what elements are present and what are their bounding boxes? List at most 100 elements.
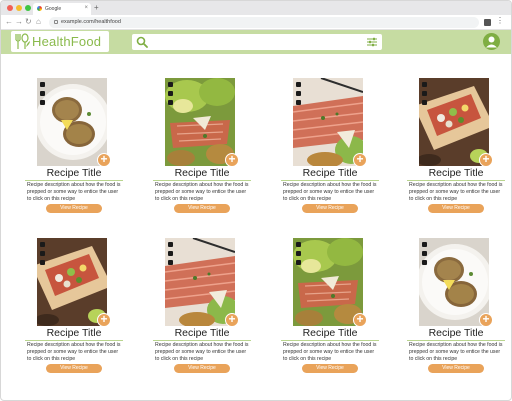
leaf-icon	[422, 91, 427, 96]
title-divider	[407, 180, 505, 181]
leaf-icon	[296, 91, 301, 96]
recipe-card[interactable]: + Recipe Title Recipe description about ho…	[269, 54, 391, 226]
google-favicon-icon	[37, 6, 42, 11]
add-recipe-button[interactable]: +	[479, 153, 493, 167]
leaf-icon	[296, 251, 301, 256]
logo-text: HealthFood	[32, 34, 102, 49]
home-icon[interactable]: ⌂	[36, 17, 41, 26]
add-recipe-button[interactable]: +	[353, 313, 367, 327]
search-icon[interactable]	[136, 36, 148, 48]
diet-icons	[422, 82, 427, 105]
wheat-icon	[296, 100, 301, 105]
diet-icons	[40, 242, 45, 265]
add-recipe-button[interactable]: +	[225, 313, 239, 327]
diet-icons	[40, 82, 45, 105]
recipe-description: Recipe description about how the food is…	[409, 182, 503, 202]
wheat-icon	[422, 260, 427, 265]
view-recipe-button[interactable]: View Recipe	[428, 204, 484, 213]
healthfood-logo[interactable]: HealthFood	[11, 31, 109, 52]
back-arrow-icon[interactable]: ←	[5, 17, 13, 26]
new-tab-button[interactable]: +	[94, 3, 99, 12]
account-icon[interactable]	[483, 33, 500, 50]
fish-icon	[40, 82, 45, 87]
recipe-card[interactable]: + Recipe Title Recipe description about ho…	[395, 214, 511, 386]
recipe-title[interactable]: Recipe Title	[269, 167, 391, 179]
title-divider	[25, 180, 123, 181]
recipe-card[interactable]: + Recipe Title Recipe description about ho…	[269, 214, 391, 386]
diet-icons	[168, 82, 173, 105]
recipe-card[interactable]: + Recipe Title Recipe description about ho…	[141, 214, 263, 386]
wheat-icon	[40, 100, 45, 105]
recipe-card[interactable]: + Recipe Title Recipe description about ho…	[141, 54, 263, 226]
reload-icon[interactable]: ↻	[25, 17, 32, 26]
forward-arrow-icon[interactable]: →	[15, 17, 23, 26]
wheat-icon	[168, 260, 173, 265]
view-recipe-button[interactable]: View Recipe	[46, 204, 102, 213]
recipe-grid: + Recipe Title Recipe description about ho…	[1, 54, 511, 400]
recipe-title[interactable]: Recipe Title	[13, 327, 135, 339]
recipe-card[interactable]: + Recipe Title Recipe description about ho…	[13, 214, 135, 386]
view-recipe-button[interactable]: View Recipe	[46, 364, 102, 373]
fish-icon	[40, 242, 45, 247]
title-divider	[25, 340, 123, 341]
maximize-window-button[interactable]	[25, 5, 31, 11]
view-recipe-button[interactable]: View Recipe	[174, 364, 230, 373]
diet-icons	[168, 242, 173, 265]
add-recipe-button[interactable]: +	[225, 153, 239, 167]
wheat-icon	[296, 260, 301, 265]
leaf-icon	[40, 251, 45, 256]
recipe-description: Recipe description about how the food is…	[409, 342, 503, 362]
recipe-description: Recipe description about how the food is…	[27, 182, 121, 202]
wheat-icon	[40, 260, 45, 265]
fish-icon	[296, 82, 301, 87]
view-recipe-button[interactable]: View Recipe	[302, 204, 358, 213]
fish-icon	[422, 242, 427, 247]
browser-tab[interactable]: Google ×	[33, 3, 91, 15]
recipe-description: Recipe description about how the food is…	[27, 342, 121, 362]
recipe-card[interactable]: + Recipe Title Recipe description about ho…	[13, 54, 135, 226]
recipe-title[interactable]: Recipe Title	[141, 167, 263, 179]
wheat-icon	[168, 100, 173, 105]
site-header: HealthFood	[1, 30, 511, 54]
lock-icon	[54, 20, 58, 24]
fish-icon	[168, 82, 173, 87]
address-bar[interactable]: example.com/healthfood	[49, 17, 479, 28]
browser-toolbar: ← → ↻ ⌂ example.com/healthfood ⋮	[1, 15, 511, 30]
leaf-icon	[40, 91, 45, 96]
close-window-button[interactable]	[7, 5, 13, 11]
leaf-icon	[168, 91, 173, 96]
fork-spoon-leaf-icon	[15, 33, 30, 49]
tab-bar: Google × +	[1, 1, 511, 15]
recipe-title[interactable]: Recipe Title	[141, 327, 263, 339]
tab-close-icon[interactable]: ×	[84, 5, 88, 11]
minimize-window-button[interactable]	[16, 5, 22, 11]
add-recipe-button[interactable]: +	[97, 153, 111, 167]
recipe-title[interactable]: Recipe Title	[395, 327, 511, 339]
recipe-title[interactable]: Recipe Title	[269, 327, 391, 339]
add-recipe-button[interactable]: +	[97, 313, 111, 327]
url-text: example.com/healthfood	[61, 19, 121, 25]
recipe-description: Recipe description about how the food is…	[283, 342, 377, 362]
view-recipe-button[interactable]: View Recipe	[174, 204, 230, 213]
recipe-title[interactable]: Recipe Title	[395, 167, 511, 179]
search-bar[interactable]	[132, 34, 382, 50]
add-recipe-button[interactable]: +	[353, 153, 367, 167]
tab-title: Google	[45, 6, 62, 12]
recipe-title[interactable]: Recipe Title	[13, 167, 135, 179]
fish-icon	[168, 242, 173, 247]
recipe-description: Recipe description about how the food is…	[283, 182, 377, 202]
title-divider	[153, 340, 251, 341]
browser-menu-icon[interactable]: ⋮	[496, 16, 504, 25]
view-recipe-button[interactable]: View Recipe	[302, 364, 358, 373]
leaf-icon	[422, 251, 427, 256]
title-divider	[407, 340, 505, 341]
recipe-description: Recipe description about how the food is…	[155, 342, 249, 362]
title-divider	[281, 180, 379, 181]
fish-icon	[296, 242, 301, 247]
recipe-card[interactable]: + Recipe Title Recipe description about ho…	[395, 54, 511, 226]
add-recipe-button[interactable]: +	[479, 313, 493, 327]
view-recipe-button[interactable]: View Recipe	[428, 364, 484, 373]
filter-sliders-icon[interactable]	[367, 37, 377, 47]
extension-icon[interactable]	[484, 19, 491, 26]
recipe-description: Recipe description about how the food is…	[155, 182, 249, 202]
